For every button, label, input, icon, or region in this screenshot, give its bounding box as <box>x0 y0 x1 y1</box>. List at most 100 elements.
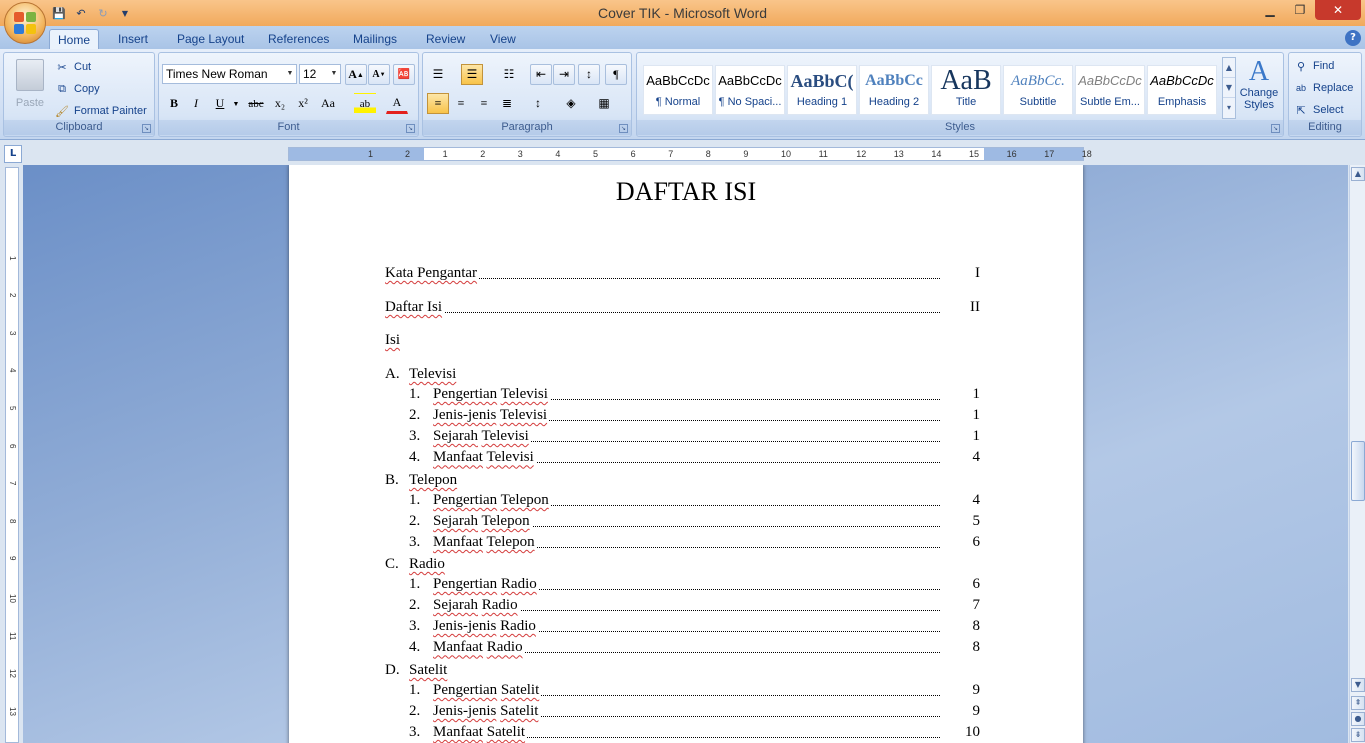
gallery-up-icon[interactable]: ▲ <box>1223 58 1235 78</box>
line-spacing-icon[interactable]: ↕ <box>527 93 549 114</box>
copy-button[interactable]: ⧉ Copy <box>54 79 100 99</box>
close-icon[interactable]: ✕ <box>1315 0 1361 20</box>
horizontal-ruler[interactable]: 2 1 1 2 3 4 5 6 7 8 9 10 11 12 13 14 15 16 17 18 <box>288 147 1092 161</box>
paste-button[interactable]: Paste <box>10 57 50 117</box>
undo-icon[interactable]: ↶ <box>72 4 90 22</box>
tab-references[interactable]: References <box>260 29 337 50</box>
superscript-button[interactable]: x² <box>292 93 314 114</box>
grow-font-button[interactable]: A ▲ <box>345 64 367 85</box>
scroll-down-icon[interactable]: ▼ <box>1351 678 1365 692</box>
style-subtle-emphasis[interactable]: AaBbCcDc Subtle Em... <box>1075 65 1145 115</box>
office-button[interactable] <box>4 2 46 44</box>
change-styles-button[interactable]: A Change Styles <box>1237 57 1281 121</box>
save-icon[interactable]: 💾 <box>50 4 68 22</box>
customize-qat-icon[interactable]: ▼ <box>116 4 134 22</box>
next-page-icon[interactable]: ⇟ <box>1351 728 1365 742</box>
copy-icon: ⧉ <box>58 82 66 95</box>
style-heading-1[interactable]: AaBbC( Heading 1 <box>787 65 857 115</box>
tab-home[interactable]: Home <box>49 29 100 50</box>
highlight-button[interactable]: ab <box>354 93 376 114</box>
ruler-tick: 8 <box>8 518 17 524</box>
scroll-thumb[interactable] <box>1351 441 1365 501</box>
font-group: Times New Roman ▼ 12 ▼ A ▲ A ▼ 🆎 B I U ▼ abc… <box>158 52 419 137</box>
style-no-spacing[interactable]: AaBbCcDc ¶ No Spaci... <box>715 65 785 115</box>
scissors-icon: ✂ <box>57 61 67 74</box>
vertical-ruler[interactable]: 1234567891011121314 <box>5 167 19 743</box>
document-page[interactable]: DAFTAR ISI Kata Pengantar I Daftar Isi II Is… <box>289 165 1083 743</box>
gallery-down-icon[interactable]: ▼ <box>1223 78 1235 98</box>
strikethrough-button[interactable]: abc <box>245 93 267 114</box>
toc-entry: 3. Manfaat Satelit 10 <box>409 721 980 742</box>
sort-icon[interactable]: ↕ <box>578 64 600 85</box>
font-name-select[interactable]: Times New Roman ▼ <box>162 64 297 84</box>
section-title: Satelit <box>409 662 448 678</box>
clear-formatting-icon[interactable]: 🆎 <box>393 64 415 85</box>
multilevel-list-icon[interactable]: ☷ <box>498 64 520 85</box>
numbering-icon[interactable]: ☰ <box>461 64 483 85</box>
gallery-more-icon[interactable]: ▾ <box>1223 98 1235 118</box>
tab-page-layout[interactable]: Page Layout <box>169 29 252 50</box>
ruler-tick: 6 <box>8 443 17 449</box>
format-painter-button[interactable]: 🖌 Format Painter <box>54 101 147 121</box>
align-left-icon[interactable]: ≡ <box>427 93 449 114</box>
styles-launcher-icon[interactable]: ↘ <box>1271 124 1280 133</box>
tab-selector[interactable]: L <box>4 145 22 163</box>
replace-button[interactable]: ab Replace <box>1293 78 1353 98</box>
font-size-select[interactable]: 12 ▼ <box>299 64 341 84</box>
justify-icon[interactable]: ≣ <box>496 93 518 114</box>
bold-button[interactable]: B <box>163 93 185 114</box>
paragraph-launcher-icon[interactable]: ↘ <box>619 124 628 133</box>
item-word: Manfaat <box>433 449 483 466</box>
ruler-tick: 2 <box>480 149 486 159</box>
vertical-scrollbar[interactable]: ▲ ▼ ⇞ ● ⇟ <box>1349 165 1365 743</box>
help-icon[interactable]: ? <box>1345 30 1361 46</box>
borders-icon[interactable]: ▦ <box>593 93 615 114</box>
shading-icon[interactable]: ◈ <box>560 93 582 114</box>
decrease-indent-icon[interactable]: ⇤ <box>530 64 552 85</box>
underline-dropdown-icon[interactable]: ▼ <box>225 93 247 114</box>
restore-icon[interactable]: ❐ <box>1285 0 1315 20</box>
subscript-button[interactable]: x₂ <box>269 93 291 114</box>
ruler-tick: 3 <box>8 330 17 336</box>
shrink-font-button[interactable]: A ▼ <box>368 64 390 85</box>
toc-entry: 4. Manfaat Televisi 4 <box>409 446 980 467</box>
cut-button[interactable]: ✂ Cut <box>54 57 91 77</box>
tab-view[interactable]: View <box>482 29 524 50</box>
font-color-button[interactable]: A <box>386 93 408 114</box>
style-normal[interactable]: AaBbCcDc ¶ Normal <box>643 65 713 115</box>
clipboard-launcher-icon[interactable]: ↘ <box>142 124 151 133</box>
change-case-button[interactable]: Aa <box>317 93 339 114</box>
item-number: 3. <box>409 534 421 551</box>
style-title[interactable]: AaB Title <box>931 65 1001 115</box>
title-bar: Cover TIK - Microsoft Word 💾 ↶ ↻ ▼ ▁ ❐ ✕ <box>0 0 1365 26</box>
toc-page-number: 1 <box>972 428 981 445</box>
tab-review[interactable]: Review <box>418 29 473 50</box>
find-button[interactable]: ⚲ Find <box>1293 56 1334 76</box>
toc-entry: 1. Pengertian Satelit 9 <box>409 679 980 699</box>
align-center-icon[interactable]: ≡ <box>450 93 472 114</box>
change-styles-label: Change <box>1239 87 1279 99</box>
show-formatting-button[interactable]: ¶ <box>605 64 627 85</box>
italic-button[interactable]: I <box>185 93 207 114</box>
section-letter: B. <box>385 472 399 488</box>
style-subtitle[interactable]: AaBbCc. Subtitle <box>1003 65 1073 115</box>
toc-entry-text: 2. Sejarah Telepon <box>409 513 532 531</box>
align-right-icon[interactable]: ≡ <box>473 93 495 114</box>
increase-indent-icon[interactable]: ⇥ <box>553 64 575 85</box>
item-word: Televisi <box>481 428 529 445</box>
section-heading: B. Telepon <box>385 472 457 489</box>
browse-object-icon[interactable]: ● <box>1351 712 1365 726</box>
select-button[interactable]: ⇱ Select <box>1293 100 1343 120</box>
style-heading-2[interactable]: AaBbCc Heading 2 <box>859 65 929 115</box>
toc-entry: 3. Jenis-jenis Radio 8 <box>409 615 980 636</box>
previous-page-icon[interactable]: ⇞ <box>1351 696 1365 710</box>
style-emphasis[interactable]: AaBbCcDc Emphasis <box>1147 65 1217 115</box>
scroll-up-icon[interactable]: ▲ <box>1351 167 1365 181</box>
font-launcher-icon[interactable]: ↘ <box>406 124 415 133</box>
ruler-tick: 2 <box>8 293 17 298</box>
tab-mailings[interactable]: Mailings <box>345 29 405 50</box>
tab-insert[interactable]: Insert <box>110 29 156 50</box>
minimize-icon[interactable]: ▁ <box>1255 0 1285 20</box>
redo-icon[interactable]: ↻ <box>94 4 112 22</box>
bullets-icon[interactable]: ☰ <box>427 64 449 85</box>
